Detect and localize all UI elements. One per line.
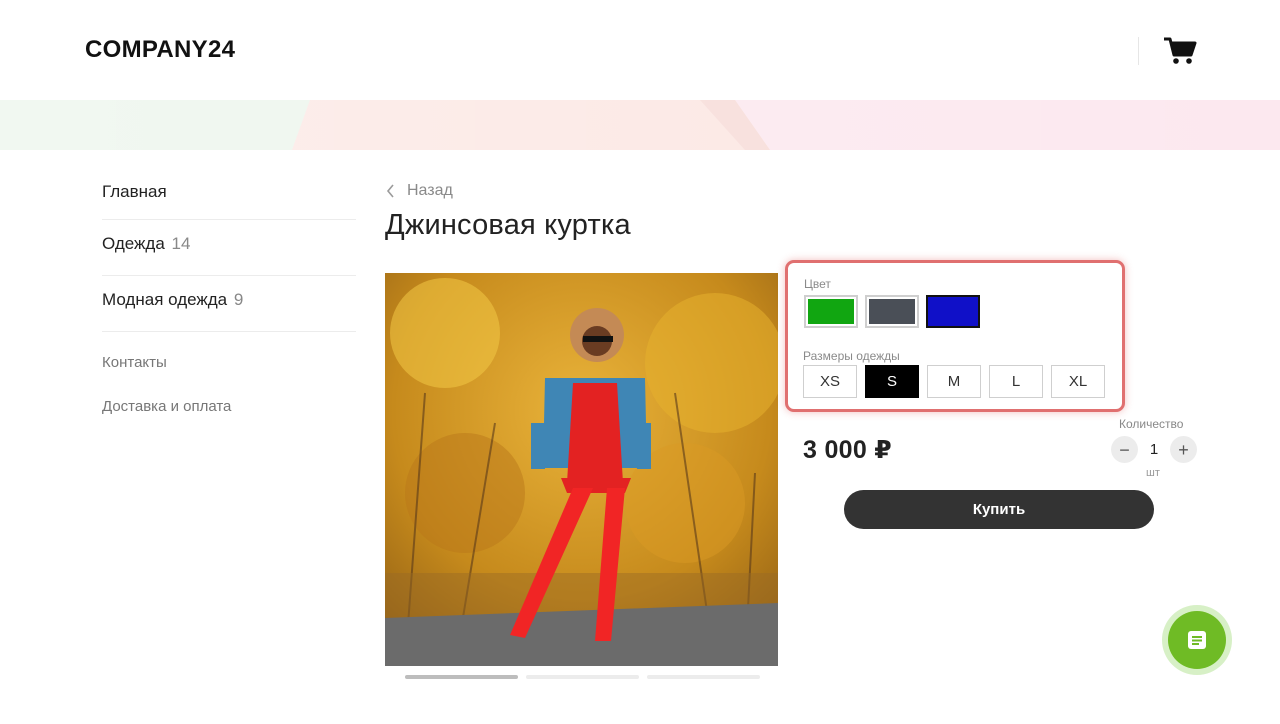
sidebar-item-label: Главная <box>102 182 167 201</box>
gallery-dot[interactable] <box>526 675 639 679</box>
site-logo[interactable]: COMPANY24 <box>85 36 235 64</box>
document-icon <box>1188 631 1206 649</box>
back-link[interactable]: Назад <box>386 182 453 200</box>
size-option-xs[interactable]: XS <box>803 365 857 398</box>
sidebar-item-label: Модная одежда <box>102 290 228 309</box>
buy-button[interactable]: Купить <box>844 490 1154 529</box>
sidebar-link-contacts[interactable]: Контакты <box>102 354 356 398</box>
gallery-dot[interactable] <box>647 675 760 679</box>
size-options: XS S M L XL <box>803 365 1105 398</box>
sidebar-item-label: Одежда <box>102 234 165 253</box>
size-option-xl[interactable]: XL <box>1051 365 1105 398</box>
decrease-quantity-button[interactable]: − <box>1111 436 1138 463</box>
sidebar-link-delivery[interactable]: Доставка и оплата <box>102 398 356 415</box>
quantity-label: Количество <box>1119 417 1184 431</box>
sidebar-nav: Главная Одежда 14 Модная одежда 9 Контак… <box>102 168 356 415</box>
cart-icon[interactable] <box>1163 36 1197 66</box>
sidebar-item-clothing[interactable]: Одежда 14 <box>102 220 356 276</box>
color-swatch-green[interactable] <box>804 295 858 328</box>
size-option-s[interactable]: S <box>865 365 919 398</box>
size-label: Размеры одежды <box>803 349 900 363</box>
gallery-pagination <box>405 675 760 679</box>
site-header: COMPANY24 <box>0 0 1280 100</box>
product-options-panel: Цвет Размеры одежды XS S M L XL <box>785 260 1125 412</box>
quantity-stepper: − 1 + <box>1111 436 1197 463</box>
sidebar-item-home[interactable]: Главная <box>102 168 356 220</box>
document-fab-button[interactable] <box>1168 611 1226 669</box>
quantity-unit: шт <box>1146 467 1160 479</box>
sidebar-item-count: 9 <box>233 290 244 309</box>
increase-quantity-button[interactable]: + <box>1170 436 1197 463</box>
quantity-value[interactable]: 1 <box>1146 441 1162 458</box>
decorative-banner <box>0 100 1280 150</box>
sidebar-item-count: 14 <box>171 234 191 253</box>
product-price: 3 000 ₽ <box>803 436 893 464</box>
color-label: Цвет <box>804 277 831 291</box>
color-swatch-blue[interactable] <box>926 295 980 328</box>
size-option-m[interactable]: M <box>927 365 981 398</box>
chevron-left-icon <box>386 184 394 198</box>
size-option-l[interactable]: L <box>989 365 1043 398</box>
color-swatches <box>804 295 980 328</box>
header-divider <box>1138 37 1139 65</box>
color-swatch-gray[interactable] <box>865 295 919 328</box>
gallery-dot[interactable] <box>405 675 518 679</box>
sidebar-item-fashion[interactable]: Модная одежда 9 <box>102 276 356 332</box>
product-image[interactable] <box>385 273 778 666</box>
back-label: Назад <box>407 182 453 199</box>
product-title: Джинсовая куртка <box>385 209 631 241</box>
